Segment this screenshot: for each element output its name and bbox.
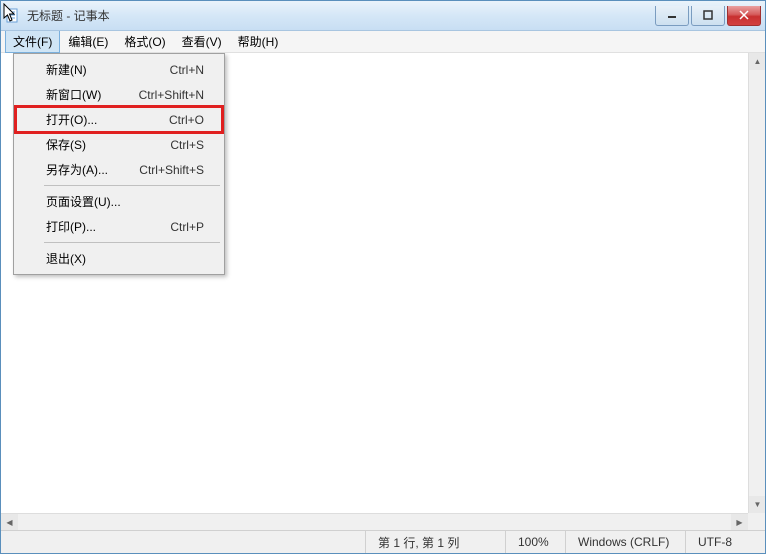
- window-controls: [655, 6, 761, 26]
- menu-item-label: 另存为(A)...: [46, 161, 108, 178]
- titlebar[interactable]: 无标题 - 记事本: [1, 1, 765, 31]
- minimize-button[interactable]: [655, 6, 689, 26]
- menu-item-label: 退出(X): [46, 250, 86, 267]
- notepad-window: 无标题 - 记事本 文件(F) 编辑(E) 格式(O) 查看(V) 帮助(H): [0, 0, 766, 554]
- menu-item-label: 打开(O)...: [46, 111, 97, 128]
- menu-item-label: 页面设置(U)...: [46, 193, 121, 210]
- file-menu-item[interactable]: 打开(O)... Ctrl+O: [16, 107, 222, 132]
- scrollbar-corner: [748, 513, 765, 530]
- menubar: 文件(F) 编辑(E) 格式(O) 查看(V) 帮助(H): [1, 31, 765, 53]
- vertical-scrollbar[interactable]: ▲ ▼: [748, 53, 765, 513]
- menu-item-shortcut: Ctrl+N: [170, 63, 204, 77]
- notepad-icon: [5, 8, 21, 24]
- menu-item-label: 新窗口(W): [46, 86, 101, 103]
- status-encoding: UTF-8: [685, 531, 765, 553]
- file-menu-item[interactable]: 另存为(A)... Ctrl+Shift+S: [16, 157, 222, 182]
- file-menu-item[interactable]: 新窗口(W) Ctrl+Shift+N: [16, 82, 222, 107]
- menu-item-shortcut: Ctrl+Shift+S: [139, 163, 204, 177]
- maximize-button[interactable]: [691, 6, 725, 26]
- window-title: 无标题 - 记事本: [27, 7, 655, 24]
- scroll-left-arrow[interactable]: ◀: [1, 514, 18, 530]
- menu-item-label: 打印(P)...: [46, 218, 96, 235]
- menu-item-label: 保存(S): [46, 136, 86, 153]
- horizontal-scrollbar[interactable]: ◀ ▶: [1, 513, 748, 530]
- menu-edit[interactable]: 编辑(E): [60, 30, 116, 53]
- file-menu-item[interactable]: 页面设置(U)...: [16, 189, 222, 214]
- statusbar: 第 1 行, 第 1 列 100% Windows (CRLF) UTF-8: [1, 530, 765, 553]
- file-menu-item[interactable]: 保存(S) Ctrl+S: [16, 132, 222, 157]
- status-zoom: 100%: [505, 531, 565, 553]
- menu-item-shortcut: Ctrl+S: [170, 138, 204, 152]
- status-position: 第 1 行, 第 1 列: [365, 531, 505, 553]
- menu-separator: [44, 185, 220, 186]
- menu-item-shortcut: Ctrl+Shift+N: [139, 88, 204, 102]
- text-area[interactable]: 新建(N) Ctrl+N 新窗口(W) Ctrl+Shift+N 打开(O)... Ctr…: [1, 53, 765, 530]
- file-menu-dropdown: 新建(N) Ctrl+N 新窗口(W) Ctrl+Shift+N 打开(O)... Ctr…: [13, 53, 225, 275]
- minimize-icon: [667, 10, 677, 20]
- file-menu-item[interactable]: 打印(P)... Ctrl+P: [16, 214, 222, 239]
- close-icon: [739, 10, 749, 20]
- maximize-icon: [703, 10, 713, 20]
- scroll-track[interactable]: [18, 514, 731, 530]
- menu-separator: [44, 242, 220, 243]
- menu-help[interactable]: 帮助(H): [230, 30, 287, 53]
- menu-item-shortcut: Ctrl+O: [169, 113, 204, 127]
- file-menu-item[interactable]: 退出(X): [16, 246, 222, 271]
- menu-format[interactable]: 格式(O): [116, 30, 173, 53]
- menu-view[interactable]: 查看(V): [174, 30, 230, 53]
- menu-item-label: 新建(N): [46, 61, 87, 78]
- file-menu-item[interactable]: 新建(N) Ctrl+N: [16, 57, 222, 82]
- scroll-up-arrow[interactable]: ▲: [749, 53, 765, 70]
- status-line-ending: Windows (CRLF): [565, 531, 685, 553]
- scroll-right-arrow[interactable]: ▶: [731, 514, 748, 530]
- scroll-down-arrow[interactable]: ▼: [749, 496, 765, 513]
- menu-item-shortcut: Ctrl+P: [170, 220, 204, 234]
- close-button[interactable]: [727, 6, 761, 26]
- menu-file[interactable]: 文件(F): [5, 30, 60, 53]
